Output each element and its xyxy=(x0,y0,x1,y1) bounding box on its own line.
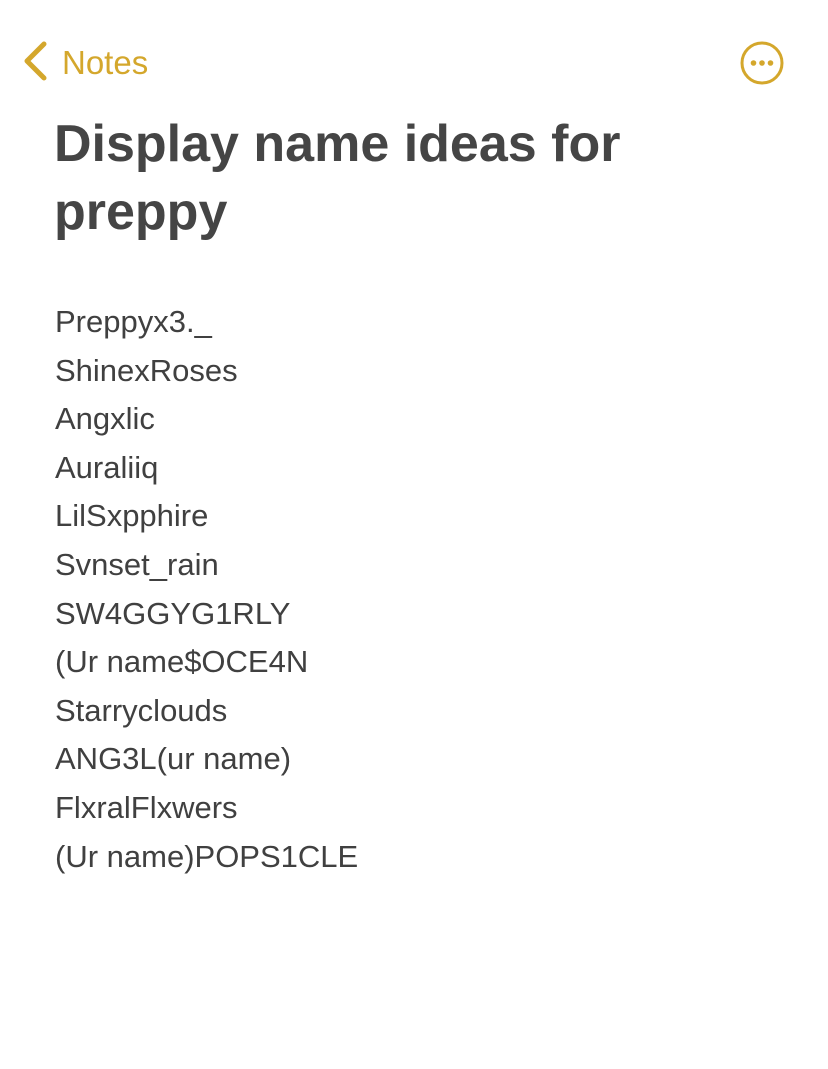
note-body[interactable]: Preppyx3._ ShinexRoses Angxlic Auraliiq … xyxy=(55,298,358,881)
note-line: (Ur name$OCE4N xyxy=(55,644,309,680)
ellipsis-circle-icon xyxy=(740,41,784,85)
note-line: Preppyx3._ xyxy=(55,304,212,339)
note-line: Angxlic xyxy=(55,401,155,437)
note-line: LilSxpphire xyxy=(55,498,209,534)
chevron-left-icon xyxy=(22,40,48,87)
back-label: Notes xyxy=(62,44,149,81)
note-line: Starryclouds xyxy=(55,692,228,728)
note-line: Auraliiq xyxy=(55,449,159,485)
note-title[interactable]: Display name ideas for preppy xyxy=(54,110,774,246)
note-line: ANG3L(ur name) xyxy=(55,741,292,777)
note-line: SW4GGYG1RLY xyxy=(55,595,291,631)
note-line: FlxralFlxwers xyxy=(55,789,238,825)
back-button[interactable]: Notes xyxy=(22,40,148,86)
note-line: ShinexRoses xyxy=(55,352,238,388)
note-line: (Ur name)POPS1CLE xyxy=(55,838,359,874)
more-options-button[interactable] xyxy=(740,41,784,85)
note-line: Svnset_rain xyxy=(55,546,219,582)
navigation-bar: Notes xyxy=(0,0,828,110)
